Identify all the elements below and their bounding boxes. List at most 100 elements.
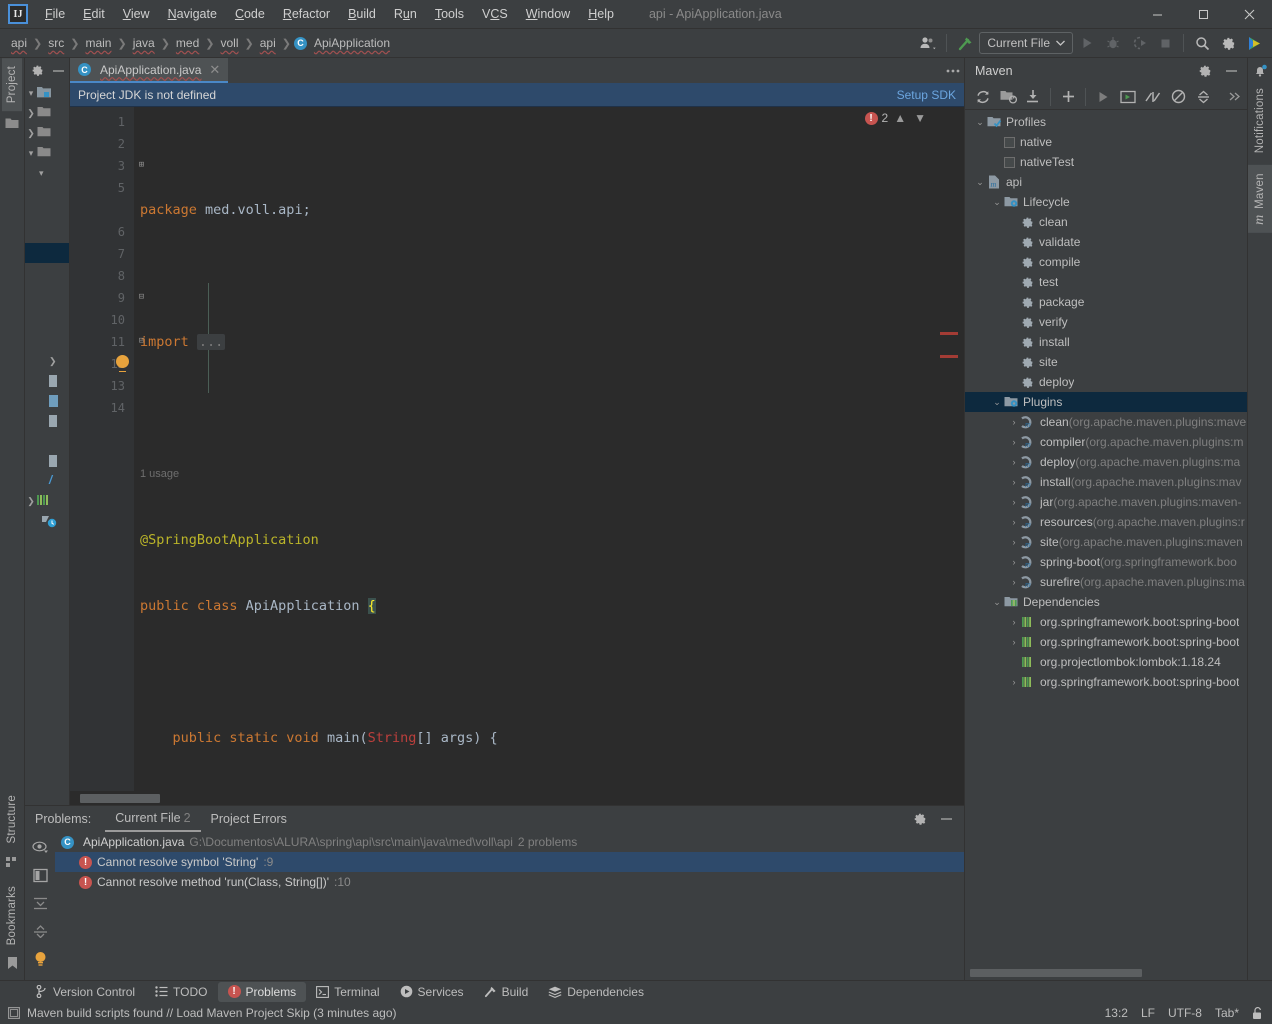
project-tree-row-selected[interactable] [25, 243, 69, 263]
code-text[interactable]: package med.voll.api; import ... 1 usage… [134, 107, 934, 791]
maven-tree-row-org-projectlombok-lombok-1-18-24[interactable]: › org.projectlombok:lombok:1.18.24 [965, 652, 1247, 672]
tab-current-file[interactable]: Current File 2 [105, 807, 201, 832]
minimize-button[interactable] [1134, 0, 1180, 29]
editor-gutter[interactable]: 1 2 3 ⊞ 5 6 7 8 9 ⊟ 10 11 ⊟ 13 14 [70, 107, 144, 791]
menu-help[interactable]: Help [579, 3, 623, 25]
run-icon[interactable] [1075, 31, 1099, 55]
settings-gear-icon[interactable] [1216, 31, 1240, 55]
toolwindow-build[interactable]: Build [474, 982, 539, 1002]
problems-list[interactable]: C ApiApplication.java G:\Documentos\ALUR… [55, 832, 964, 980]
maximize-button[interactable] [1180, 0, 1226, 29]
project-tree-row[interactable] [25, 391, 69, 411]
toolwindow-dependencies[interactable]: Dependencies [538, 982, 654, 1002]
project-tool-window-sliver[interactable]: ▾ ❯ ❯ ▾ ▾ ❯ / ❯ [25, 58, 70, 805]
project-tree-row[interactable]: ❯ [25, 351, 69, 371]
project-tree-row[interactable]: ❯ [25, 123, 69, 143]
maven-tree-row-surefire[interactable]: › m surefire (org.apache.maven.plugins:ma [965, 572, 1247, 592]
menu-navigate[interactable]: Navigate [159, 3, 226, 25]
profile-checkbox[interactable] [1004, 136, 1015, 148]
error-stripe-mark[interactable] [940, 332, 958, 335]
menu-run[interactable]: Run [385, 3, 426, 25]
ide-assistant-icon[interactable] [1242, 31, 1266, 55]
maven-tree-row-profiles[interactable]: ⌄ Profiles [965, 112, 1247, 132]
toggle-skip-tests-icon[interactable] [1141, 85, 1165, 109]
setup-sdk-link[interactable]: Setup SDK [897, 88, 956, 102]
maven-hscroll-thumb[interactable] [970, 969, 1142, 977]
menu-vcs[interactable]: VCS [473, 3, 517, 25]
inspection-bulb-icon[interactable] [31, 950, 49, 968]
download-sources-icon[interactable] [1021, 85, 1045, 109]
close-button[interactable] [1226, 0, 1272, 29]
usage-inlay-hint[interactable]: 1 usage [134, 463, 934, 485]
maven-tree-row-spring-boot[interactable]: › m spring-boot (org.springframework.boo [965, 552, 1247, 572]
chevron-right-icon[interactable]: › [1007, 437, 1021, 447]
more-icon[interactable] [1223, 85, 1247, 109]
line-separator[interactable]: LF [1141, 1006, 1155, 1020]
toolwindow-version-control[interactable]: Version Control [26, 982, 145, 1002]
maven-tree-row-compiler[interactable]: › m compiler (org.apache.maven.plugins:m [965, 432, 1247, 452]
project-tree-row[interactable]: ❯ [25, 491, 69, 511]
menu-file[interactable]: FFileile [36, 3, 74, 25]
toolwindow-services[interactable]: Services [390, 982, 474, 1002]
file-encoding[interactable]: UTF-8 [1168, 1006, 1202, 1020]
open-editor-preview-icon[interactable] [31, 866, 49, 884]
reload-icon[interactable] [971, 85, 995, 109]
chevron-down-icon[interactable]: ⌄ [973, 177, 987, 188]
caret-position[interactable]: 13:2 [1105, 1006, 1128, 1020]
sidebar-tab-notifications[interactable]: Notifications [1250, 80, 1270, 161]
breadcrumb-voll[interactable]: voll [217, 34, 241, 52]
previous-error-icon[interactable]: ▲ [892, 111, 908, 125]
menu-build[interactable]: Build [339, 3, 385, 25]
chevron-down-icon[interactable]: ⌄ [973, 117, 987, 128]
error-stripe-mark[interactable] [940, 355, 958, 358]
maven-tree[interactable]: ⌄Profiles›native›nativeTest⌄mapi⌄Lifecyc… [965, 110, 1247, 966]
intention-bulb-icon[interactable] [116, 355, 129, 372]
problems-settings-gear-icon[interactable] [908, 807, 932, 831]
maven-tree-row-package[interactable]: › package [965, 292, 1247, 312]
maven-tree-row-compile[interactable]: › compile [965, 252, 1247, 272]
add-icon[interactable] [1056, 85, 1080, 109]
project-tree-row[interactable]: ▾ [25, 163, 69, 183]
next-error-icon[interactable]: ▼ [912, 111, 928, 125]
hammer-build-icon[interactable] [953, 31, 977, 55]
maven-tree-row-org-springframework-boot-spring-boot[interactable]: › org.springframework.boot:spring-boot [965, 672, 1247, 692]
maven-tree-row-validate[interactable]: › validate [965, 232, 1247, 252]
execute-goal-icon[interactable] [1116, 85, 1140, 109]
chevron-down-icon[interactable]: ⌄ [990, 397, 1004, 408]
menu-window[interactable]: Window [517, 3, 579, 25]
project-settings-gear-icon[interactable] [31, 64, 44, 77]
editor-options-icon[interactable] [942, 58, 964, 83]
run-icon[interactable] [1091, 85, 1115, 109]
close-icon[interactable]: ✕ [209, 62, 220, 78]
chevron-right-icon[interactable]: › [1007, 417, 1021, 427]
maven-tree-row-install[interactable]: › install [965, 332, 1247, 352]
maven-tree-row-install[interactable]: › m install (org.apache.maven.plugins:mav [965, 472, 1247, 492]
chevron-down-icon[interactable]: ⌄ [990, 597, 1004, 608]
breadcrumb-class[interactable]: ApiApplication [311, 34, 393, 52]
breadcrumb-main[interactable]: main [82, 34, 114, 52]
project-tree-row[interactable] [25, 451, 69, 471]
problems-file-row[interactable]: C ApiApplication.java G:\Documentos\ALUR… [55, 832, 964, 852]
add-maven-projects-icon[interactable] [996, 85, 1020, 109]
background-task-icon[interactable] [8, 1007, 20, 1019]
breadcrumb-api[interactable]: api [8, 34, 30, 52]
maven-tree-row-api[interactable]: ⌄ m api [965, 172, 1247, 192]
menu-edit[interactable]: Edit [74, 3, 114, 25]
chevron-right-icon[interactable]: › [1007, 477, 1021, 487]
inspection-widget[interactable]: ! 2 ▲ ▼ [864, 111, 928, 125]
collapse-all-icon[interactable] [1191, 85, 1215, 109]
maven-tree-row-dependencies[interactable]: ⌄ Dependencies [965, 592, 1247, 612]
maven-tree-row-nativetest[interactable]: › nativeTest [965, 152, 1247, 172]
maven-tree-row-site[interactable]: › m site (org.apache.maven.plugins:maven [965, 532, 1247, 552]
toolwindow-problems[interactable]: ! Problems [217, 981, 307, 1002]
toggle-offline-icon[interactable] [1166, 85, 1190, 109]
maven-horizontal-scrollbar[interactable] [965, 966, 1247, 980]
maven-tree-row-clean[interactable]: › clean [965, 212, 1247, 232]
unlock-icon[interactable] [1252, 1006, 1264, 1020]
project-tree-row[interactable]: / [25, 471, 69, 491]
maven-tree-row-native[interactable]: › native [965, 132, 1247, 152]
sidebar-tab-maven[interactable]: m Maven [1248, 165, 1272, 234]
project-tree-row[interactable]: ▾ [25, 83, 69, 103]
menu-view[interactable]: View [114, 3, 159, 25]
project-tree-row[interactable] [25, 371, 69, 391]
